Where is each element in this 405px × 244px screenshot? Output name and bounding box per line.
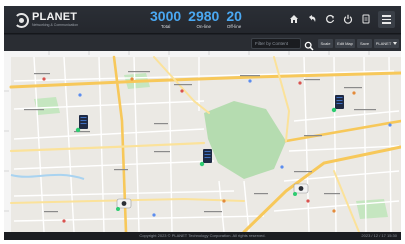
save-button[interactable]: Save xyxy=(357,39,372,48)
map-select-value: PLANET xyxy=(375,41,392,46)
back-icon[interactable] xyxy=(307,14,317,24)
footer-timestamp: 2023 / 12 / 17 15:30 xyxy=(361,233,397,238)
copyright-text: Copyright 2023 © PLANET Technology Corpo… xyxy=(139,233,266,238)
app-frame: PLANET Networking & Communication 3000 T… xyxy=(4,6,401,240)
refresh-icon[interactable] xyxy=(325,14,335,24)
filter-input[interactable]: Filter by Content xyxy=(251,38,301,49)
hamburger-icon xyxy=(382,15,391,17)
home-icon[interactable] xyxy=(289,14,299,24)
stat-total: 3000 Total xyxy=(150,9,181,30)
stat-offline-label: Off-line xyxy=(226,24,242,29)
header-actions xyxy=(289,14,371,24)
stat-total-label: Total xyxy=(160,24,171,29)
stat-offline-value: 20 xyxy=(226,8,242,24)
footer-bar: Copyright 2023 © PLANET Technology Corpo… xyxy=(4,232,401,240)
map-select[interactable]: PLANET xyxy=(374,39,399,48)
logo-tagline: Networking & Communication xyxy=(32,23,79,28)
planet-logo-icon xyxy=(14,12,29,28)
device-stats: 3000 Total 2980 On-line 20 Off-line xyxy=(150,9,242,30)
map-ruler-left xyxy=(4,51,11,232)
stat-online: 2980 On-line xyxy=(188,9,219,30)
street-map xyxy=(4,51,401,232)
chevron-down-icon xyxy=(393,42,398,45)
logo: PLANET Networking & Communication xyxy=(14,11,78,29)
stat-offline: 20 Off-line xyxy=(226,9,242,30)
stat-total-value: 3000 xyxy=(150,8,182,24)
search-icon[interactable] xyxy=(304,38,314,51)
map-canvas[interactable] xyxy=(4,51,401,232)
stat-online-label: On-line xyxy=(196,24,211,29)
map-toolbar: Filter by Content Scale Edit Map Save PL… xyxy=(4,35,401,51)
scale-button[interactable]: Scale xyxy=(318,39,333,48)
stat-online-value: 2980 xyxy=(188,8,220,24)
edit-map-button[interactable]: Edit Map xyxy=(335,39,355,48)
logo-word: PLANET xyxy=(32,11,78,24)
power-icon[interactable] xyxy=(343,14,353,24)
map-ruler-top xyxy=(4,51,401,57)
park-area-small xyxy=(34,97,60,115)
header-bar: PLANET Networking & Communication 3000 T… xyxy=(4,6,401,34)
document-icon[interactable] xyxy=(361,14,371,24)
menu-button[interactable] xyxy=(378,11,395,28)
